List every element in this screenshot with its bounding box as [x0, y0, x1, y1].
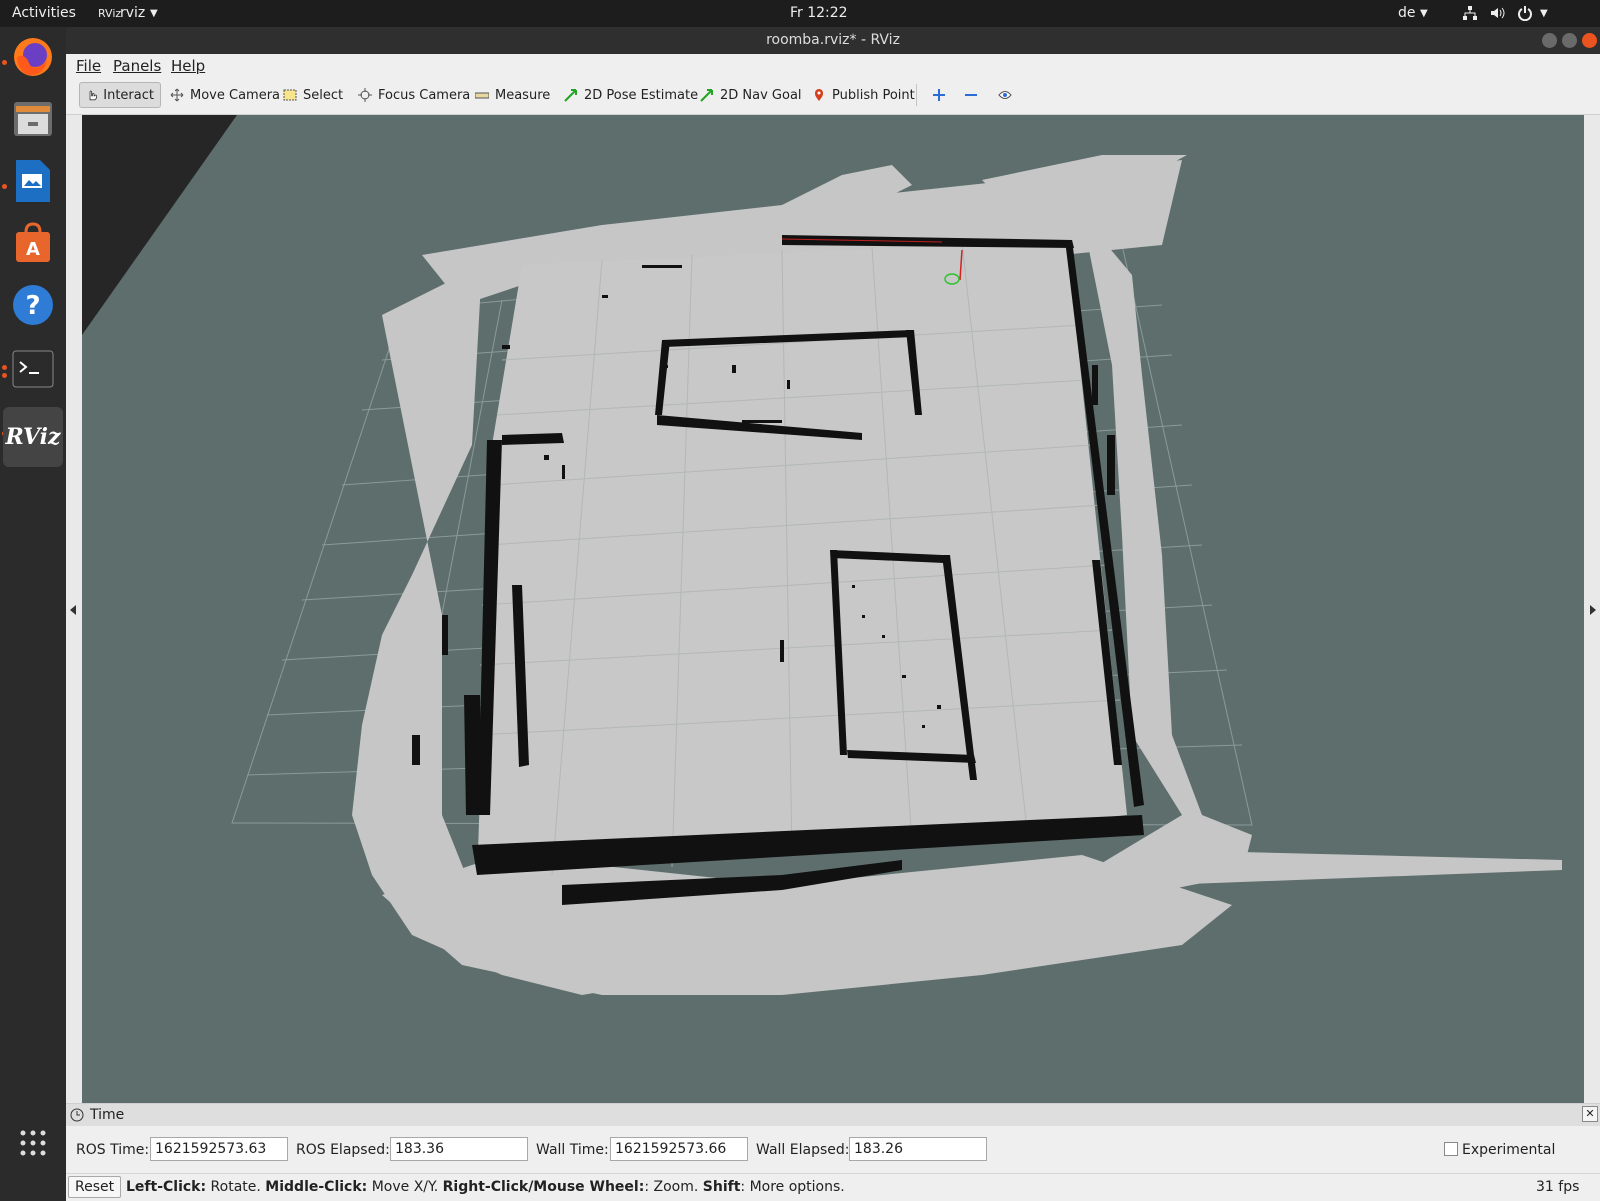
running-indicator [2, 373, 7, 378]
ros-time-label: ROS Time: [76, 1142, 150, 1158]
add-tool-button[interactable] [926, 82, 952, 108]
rviz-icon-label: RViz [5, 424, 61, 450]
green-arrow-icon [564, 89, 577, 102]
wall-elapsed-field[interactable]: 183.26 [849, 1137, 987, 1161]
close-button[interactable] [1582, 33, 1597, 48]
tool-publish-point[interactable]: Publish Point [806, 82, 921, 108]
right-dock-toggle[interactable] [1584, 115, 1600, 1103]
files-icon[interactable] [9, 95, 57, 143]
gnome-top-bar: Activities RViz rviz ▼ Fr 12:22 de ▼ ▼ [0, 0, 1600, 27]
clock-icon [70, 1108, 84, 1122]
network-icon[interactable] [1462, 5, 1478, 25]
wall-elapsed-label: Wall Elapsed: [756, 1142, 850, 1158]
window-title-bar[interactable]: roomba.rviz* - RViz [66, 27, 1600, 54]
running-indicator [2, 60, 7, 65]
writer-icon[interactable] [9, 157, 57, 205]
running-indicator [2, 184, 7, 189]
maximize-button[interactable] [1562, 33, 1577, 48]
chevron-down-icon: ▼ [1540, 8, 1548, 19]
app-menu-button[interactable]: rviz [120, 5, 145, 21]
tool-2d-pose-estimate[interactable]: 2D Pose Estimate [558, 82, 704, 108]
experimental-checkbox[interactable] [1444, 1142, 1458, 1156]
clock[interactable]: Fr 12:22 [790, 5, 848, 21]
menu-help[interactable]: Help [171, 57, 205, 75]
tool-interact[interactable]: Interact [79, 82, 161, 108]
selection-box-icon [283, 89, 297, 101]
menu-panels[interactable]: Panels [113, 57, 161, 75]
svg-text:A: A [26, 239, 40, 260]
chevron-down-icon: ▼ [1420, 8, 1428, 19]
ros-elapsed-field[interactable]: 183.36 [390, 1137, 528, 1161]
ros-time-field[interactable]: 1621592573.63 [150, 1137, 288, 1161]
map-pin-icon [815, 89, 823, 101]
left-dock-toggle[interactable] [66, 115, 82, 1103]
help-icon[interactable]: ? [9, 281, 57, 329]
tool-2d-nav-goal[interactable]: 2D Nav Goal [694, 82, 808, 108]
wall-time-field[interactable]: 1621592573.66 [610, 1137, 748, 1161]
experimental-label: Experimental [1462, 1142, 1556, 1158]
svg-text:?: ? [25, 291, 40, 321]
time-panel: Time ✕ ROS Time: 1621592573.63 ROS Elaps… [66, 1103, 1600, 1174]
chevron-left-icon [70, 605, 76, 615]
menu-bar: File Panels Help [66, 54, 1600, 78]
tool-move-camera[interactable]: Move Camera [164, 82, 286, 108]
chevron-right-icon [1590, 605, 1596, 615]
eye-icon [998, 91, 1012, 99]
power-icon[interactable] [1517, 5, 1533, 25]
running-indicator [2, 365, 7, 370]
tool-measure[interactable]: Measure [469, 82, 556, 108]
keyboard-layout-button[interactable]: de [1398, 5, 1416, 21]
fps-readout: 31 fps [1536, 1179, 1580, 1195]
rviz-icon[interactable]: RViz [3, 407, 63, 467]
wall-time-label: Wall Time: [536, 1142, 609, 1158]
firefox-icon[interactable] [9, 33, 57, 81]
volume-icon[interactable] [1489, 5, 1505, 25]
terminal-icon[interactable] [9, 345, 57, 393]
reset-button[interactable]: Reset [68, 1176, 122, 1198]
activities-button[interactable]: Activities [12, 5, 76, 21]
view-options-button[interactable] [992, 82, 1018, 108]
chevron-down-icon: ▼ [150, 8, 158, 19]
status-hint: Left-Click: Rotate. Middle-Click: Move X… [126, 1179, 845, 1195]
window-title: roomba.rviz* - RViz [766, 32, 900, 48]
crosshair-icon [358, 88, 372, 102]
ros-elapsed-label: ROS Elapsed: [296, 1142, 390, 1158]
remove-tool-button[interactable] [958, 82, 984, 108]
hand-pointer-icon [89, 90, 97, 101]
time-panel-header: Time ✕ [66, 1104, 1600, 1126]
menu-file[interactable]: File [76, 57, 101, 75]
status-bar: Reset Left-Click: Rotate. Middle-Click: … [66, 1173, 1600, 1201]
ruler-icon [475, 92, 489, 99]
software-icon[interactable]: A [9, 219, 57, 267]
green-arrow-icon [700, 89, 713, 102]
show-apps-icon[interactable] [9, 1119, 57, 1167]
ubuntu-dock: A ? RViz [0, 27, 66, 1200]
tool-focus-camera[interactable]: Focus Camera [352, 82, 476, 108]
move-arrows-icon [170, 88, 184, 102]
occupancy-map-view [82, 115, 1562, 995]
plus-icon [933, 89, 945, 101]
minus-icon [965, 94, 977, 96]
tool-toolbar: Interact Move Camera Select Focus Camera… [66, 78, 1600, 115]
toolbar-separator [916, 84, 917, 106]
close-panel-icon[interactable]: ✕ [1582, 1106, 1598, 1122]
render-viewport[interactable] [82, 115, 1584, 1103]
tool-select[interactable]: Select [277, 82, 349, 108]
panel-title: Time [90, 1107, 125, 1123]
minimize-button[interactable] [1542, 33, 1557, 48]
app-menu-icon: RViz [98, 7, 122, 20]
